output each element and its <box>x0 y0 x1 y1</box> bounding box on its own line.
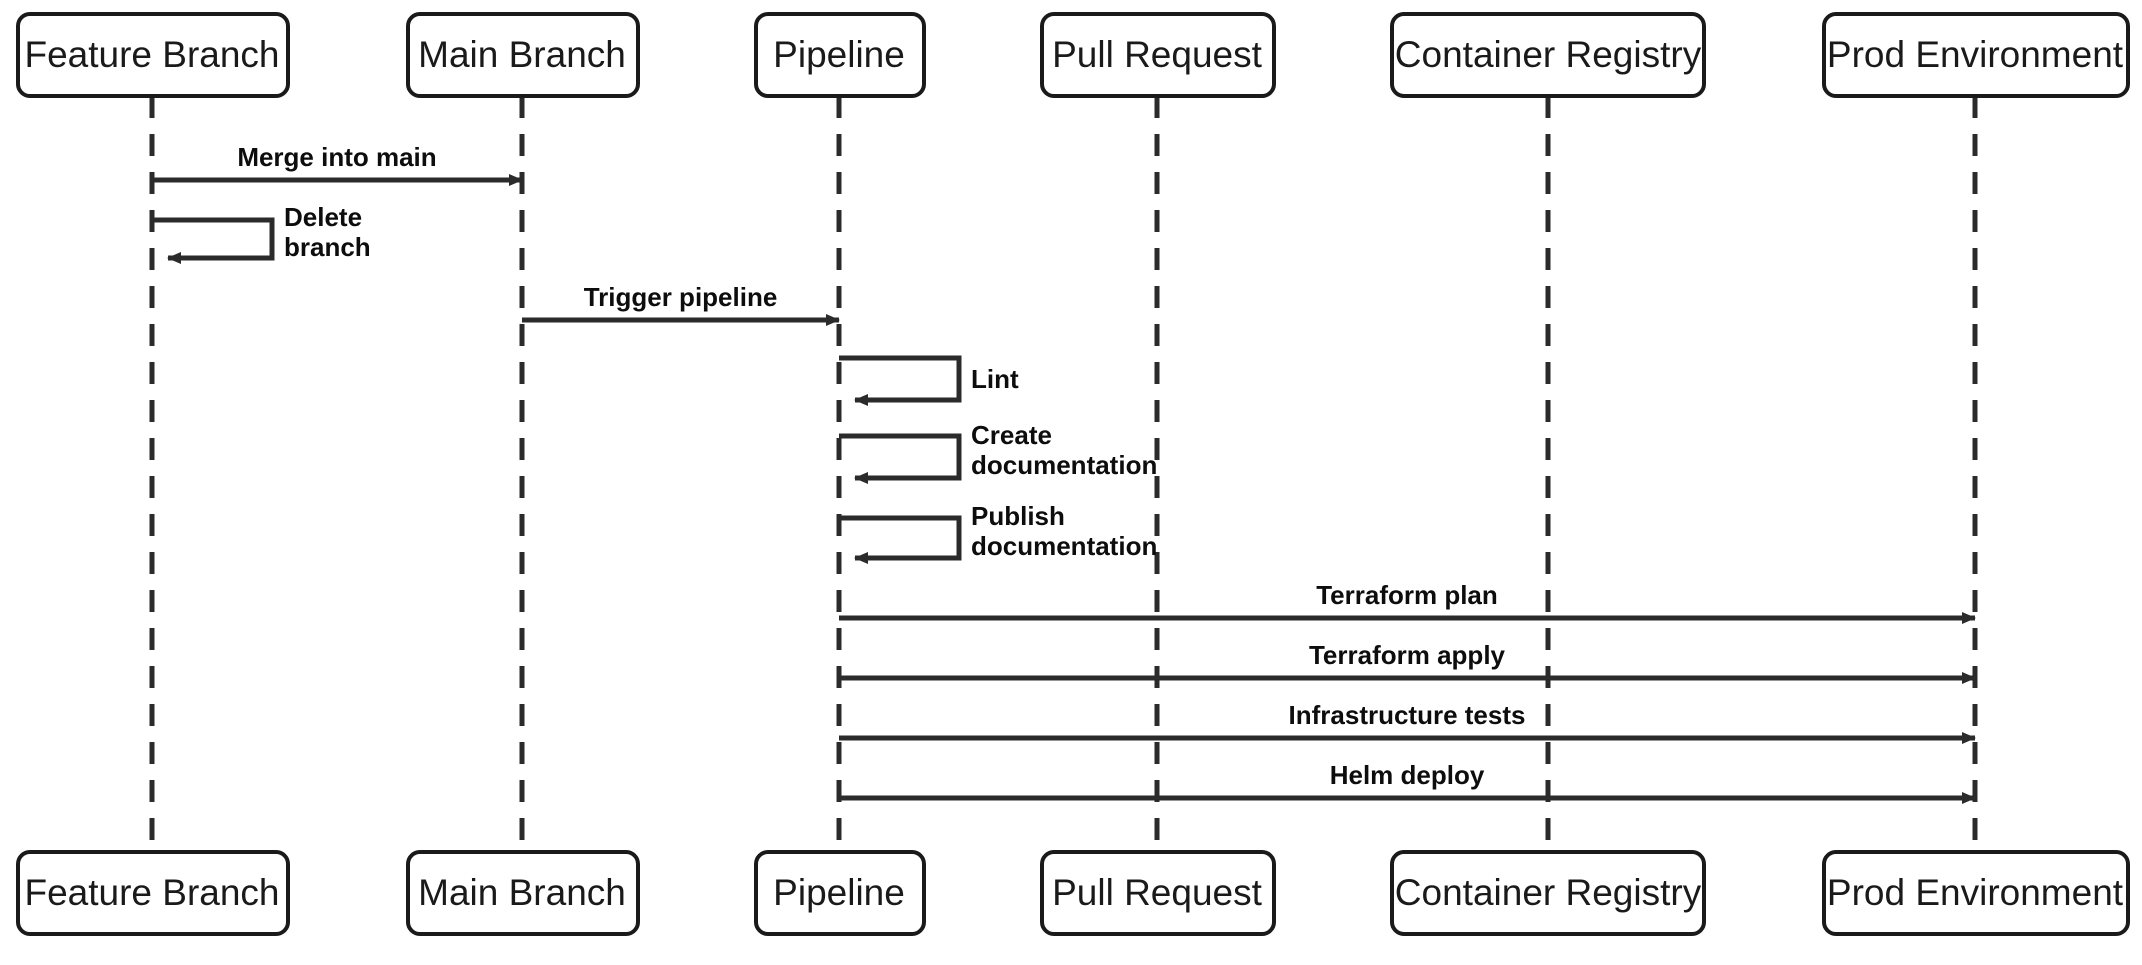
participant-pull_request-bottom[interactable]: Pull Request <box>1040 850 1276 936</box>
message-m4[interactable]: Lint <box>839 355 1019 406</box>
message-label: Lint <box>971 364 1019 394</box>
message-label: documentation <box>971 450 1157 480</box>
message-m9[interactable]: Infrastructure tests <box>839 700 1976 744</box>
participant-label: Main Branch <box>418 34 626 75</box>
message-m7[interactable]: Terraform plan <box>839 580 1976 624</box>
participant-label: Prod Environment <box>1827 872 2124 913</box>
participant-feature-top[interactable]: Feature Branch <box>16 12 290 98</box>
message-label: Publish <box>971 501 1065 531</box>
message-m3[interactable]: Trigger pipeline <box>522 282 840 326</box>
message-label: Infrastructure tests <box>1289 700 1526 730</box>
message-label: Helm deploy <box>1330 760 1485 790</box>
participants-top-layer: Feature Branch Main Branch Pipeline Pull Re… <box>16 12 2130 98</box>
message-label: Create <box>971 420 1052 450</box>
message-m5[interactable]: Createdocumentation <box>839 420 1157 484</box>
message-m8[interactable]: Terraform apply <box>839 640 1976 684</box>
message-label: documentation <box>971 531 1157 561</box>
message-m2[interactable]: Deletebranch <box>152 202 371 264</box>
message-label: branch <box>284 232 371 262</box>
participant-registry-bottom[interactable]: Container Registry <box>1390 850 1706 936</box>
self-call-path <box>152 217 275 264</box>
messages-layer: Merge into main Deletebranch Trigger pipel… <box>152 142 1976 804</box>
participant-main-bottom[interactable]: Main Branch <box>406 850 640 936</box>
participant-label: Pipeline <box>773 34 905 75</box>
message-label: Merge into main <box>237 142 436 172</box>
message-label: Terraform apply <box>1309 640 1506 670</box>
participant-label: Feature Branch <box>24 872 279 913</box>
participant-main-top[interactable]: Main Branch <box>406 12 640 98</box>
self-call-path <box>839 355 962 406</box>
message-m10[interactable]: Helm deploy <box>839 760 1976 804</box>
message-m6[interactable]: Publishdocumentation <box>839 501 1157 564</box>
participant-label: Pull Request <box>1052 34 1263 75</box>
participant-pull_request-top[interactable]: Pull Request <box>1040 12 1276 98</box>
participant-pipeline-bottom[interactable]: Pipeline <box>754 850 926 936</box>
participant-label: Prod Environment <box>1827 34 2124 75</box>
sequence-diagram-canvas: Merge into main Delete branch Trigger pipel… <box>0 0 2142 965</box>
participant-label: Feature Branch <box>24 34 279 75</box>
self-call-path <box>839 515 962 564</box>
participant-label: Container Registry <box>1395 872 1702 913</box>
self-call-path <box>839 433 962 484</box>
message-m1[interactable]: Merge into main <box>152 142 523 186</box>
message-label: Trigger pipeline <box>584 282 778 312</box>
message-label: Terraform plan <box>1316 580 1498 610</box>
participant-label: Container Registry <box>1395 34 1702 75</box>
participant-label: Pull Request <box>1052 872 1263 913</box>
participant-prod-bottom[interactable]: Prod Environment <box>1822 850 2130 936</box>
message-label: Delete <box>284 202 362 232</box>
participant-registry-top[interactable]: Container Registry <box>1390 12 1706 98</box>
participant-label: Main Branch <box>418 872 626 913</box>
sequence-diagram-svg: Merge into main Deletebranch Trigger pipel… <box>16 12 2130 936</box>
participant-label: Pipeline <box>773 872 905 913</box>
participant-prod-top[interactable]: Prod Environment <box>1822 12 2130 98</box>
participant-pipeline-top[interactable]: Pipeline <box>754 12 926 98</box>
participants-bottom-layer: Feature Branch Main Branch Pipeline Pull Re… <box>16 850 2130 936</box>
participant-feature-bottom[interactable]: Feature Branch <box>16 850 290 936</box>
